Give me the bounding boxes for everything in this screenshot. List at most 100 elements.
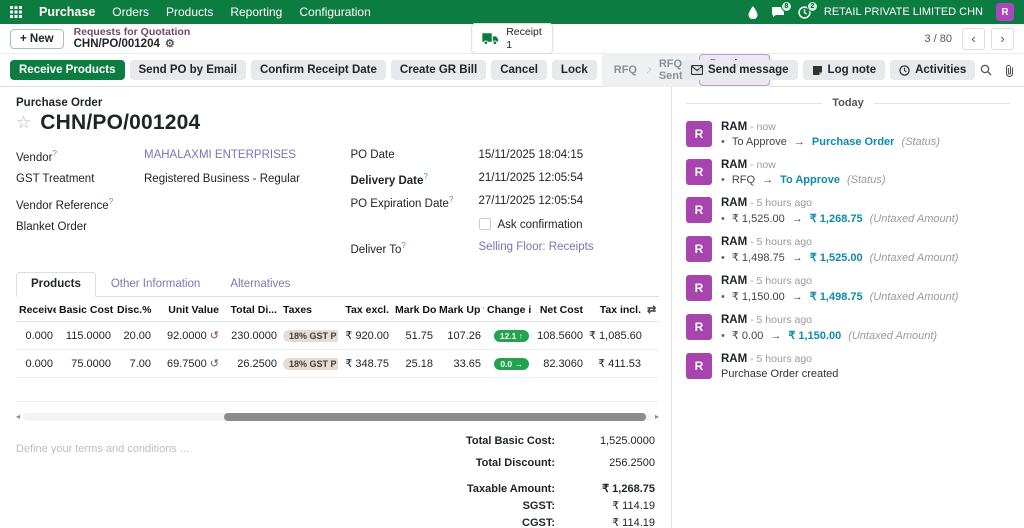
systray-drop-icon[interactable] [748,5,758,19]
secondary-action-button[interactable]: Confirm Receipt Date [250,60,386,80]
tracking-new-value[interactable]: ₹ 1,268.75 [810,212,863,225]
tracking-new-value[interactable]: ₹ 1,150.00 [788,329,841,342]
cell-unit-value[interactable]: 69.7500 ↺ [154,357,222,370]
checkbox-field[interactable]: Ask confirmation [478,216,583,231]
cell-tax-excl[interactable]: ₹ 348.75 [338,357,392,370]
cell-disc[interactable]: 20.00 [114,330,154,342]
tracking-new-value[interactable]: Purchase Order [812,136,895,148]
message-author[interactable]: RAM [721,121,747,133]
cell-net-cost[interactable]: 82.3060 [532,358,586,370]
optional-columns-icon[interactable]: ⇄ [644,303,658,316]
terms-placeholder[interactable]: Define your terms and conditions ... [16,435,387,528]
scrollbar-thumb[interactable] [224,412,646,421]
cell-mark-up[interactable]: 107.26 [436,330,484,342]
chatter-message[interactable]: R RAMnow • RFQ → To Approve (Status) [686,159,1010,186]
chatter-message[interactable]: R RAM5 hours ago • ₹ 1,498.75 → ₹ 1,525.… [686,236,1010,264]
tracking-new-value[interactable]: ₹ 1,525.00 [810,251,863,264]
cell-basic-cost[interactable]: 115.0000 [56,330,114,342]
message-author[interactable]: RAM [721,197,747,209]
message-author[interactable]: RAM [721,314,747,326]
empty-table-row[interactable] [16,378,659,402]
cell-received[interactable]: 0.000 [16,358,56,370]
search-icon[interactable] [980,64,992,76]
status-step-rfq[interactable]: RFQ [604,61,647,79]
cell-taxes[interactable]: 18% GST P [280,357,338,370]
col-tax-excl[interactable]: Tax excl. [338,304,392,316]
apps-grid-icon[interactable] [10,6,22,18]
message-author[interactable]: RAM [721,275,747,287]
reset-value-icon[interactable]: ↺ [210,330,219,342]
col-mark-down[interactable]: Mark Do... [392,304,436,316]
chatter-message[interactable]: R RAMnow • To Approve → Purchase Order (… [686,121,1010,148]
horizontal-scrollbar[interactable]: ◂ ▸ [16,412,659,421]
col-mark-up[interactable]: Mark Up % [436,304,484,316]
nav-menu-item[interactable]: Configuration [299,5,370,19]
scroll-left-icon[interactable]: ◂ [16,412,20,421]
messages-icon[interactable]: 8 [771,1,792,18]
cell-change[interactable]: 12.1 ↑ [484,329,532,342]
chatter-message[interactable]: R RAM5 hours ago • → Purchase Order cr [686,353,1010,380]
receive-products-button[interactable]: Receive Products [10,60,125,80]
chatter-message[interactable]: R RAM5 hours ago • ₹ 1,150.00 → ₹ 1,498.… [686,275,1010,303]
col-tax-incl[interactable]: Tax incl. [586,304,644,316]
pager-next-button[interactable]: › [991,27,1014,50]
user-avatar[interactable]: R [996,3,1014,21]
col-basic-cost[interactable]: Basic Cost [56,304,114,316]
cell-mark-down[interactable]: 51.75 [392,330,436,342]
secondary-action-button[interactable]: Send PO by Email [129,60,246,80]
col-received[interactable]: Received [16,304,56,316]
tracking-new-value[interactable]: ₹ 1,498.75 [810,290,863,303]
cell-basic-cost[interactable]: 75.0000 [56,358,114,370]
secondary-action-button[interactable]: Create GR Bill [390,60,487,80]
field-value[interactable]: 21/11/2025 12:05:54 [479,170,584,184]
scroll-right-icon[interactable]: ▸ [655,412,659,421]
chatter-message[interactable]: R RAM5 hours ago • ₹ 0.00 → ₹ 1,150.00 (… [686,314,1010,342]
field-value[interactable]: Selling Floor: Receipts [479,239,594,253]
log-note-button[interactable]: Log note [802,60,886,80]
field-value[interactable]: Registered Business - Regular [144,171,300,185]
settings-gear-icon[interactable]: ⚙ [165,38,175,51]
cell-change[interactable]: 0.0 → [484,357,532,370]
cell-disc[interactable]: 7.00 [114,358,154,370]
field-value[interactable]: 27/11/2025 12:05:54 [479,193,584,207]
secondary-action-button[interactable]: Cancel [491,60,547,80]
cell-tax-incl[interactable]: ₹ 1,085.60 [586,329,644,342]
activities-button[interactable]: Activities [890,60,976,80]
cell-net-cost[interactable]: 108.5600 [532,330,586,342]
col-net-cost[interactable]: Net Cost [532,304,586,316]
secondary-action-button[interactable]: Lock [551,60,597,80]
breadcrumb-parent[interactable]: Requests for Quotation [74,26,191,38]
activities-clock-icon[interactable]: 2 [798,0,818,19]
nav-menu-item[interactable]: Reporting [230,5,282,19]
col-taxes[interactable]: Taxes [280,304,338,316]
receipt-smart-button[interactable]: Receipt 1 [471,23,553,54]
cell-total-discount[interactable]: 230.0000 [222,330,280,342]
cell-mark-down[interactable]: 25.18 [392,358,436,370]
cell-tax-excl[interactable]: ₹ 920.00 [338,329,392,342]
message-author[interactable]: RAM [721,236,747,248]
col-change[interactable]: Change i... [484,304,532,316]
tab-other-information[interactable]: Other Information [96,272,215,296]
table-row[interactable]: 0.000 115.0000 20.00 92.0000 ↺ 230.0000 1… [16,322,659,350]
table-row[interactable]: 0.000 75.0000 7.00 69.7500 ↺ 26.2500 18% … [16,350,659,378]
tab-products[interactable]: Products [16,272,96,297]
checkbox-icon[interactable] [478,218,491,230]
col-total-discount[interactable]: Total Di... [222,304,280,316]
company-name[interactable]: RETAIL PRIVATE LIMITED CHN [824,6,983,18]
cell-total-discount[interactable]: 26.2500 [222,358,280,370]
reset-value-icon[interactable]: ↺ [210,358,219,370]
tax-badge[interactable]: 18% GST P [283,357,338,370]
col-disc[interactable]: Disc.% [114,304,154,316]
tracking-new-value[interactable]: To Approve [780,174,840,186]
cell-tax-incl[interactable]: ₹ 411.53 [586,357,644,370]
nav-menu-item[interactable]: Products [166,5,213,19]
new-button[interactable]: + New [10,28,64,49]
cell-received[interactable]: 0.000 [16,330,56,342]
message-author[interactable]: RAM [721,353,747,365]
tax-badge[interactable]: 18% GST P [283,329,338,342]
nav-menu-item[interactable]: Orders [112,5,149,19]
col-unit-value[interactable]: Unit Value [154,304,222,316]
attachment-paperclip-icon[interactable] [1004,64,1015,77]
cell-taxes[interactable]: 18% GST P [280,329,338,342]
message-author[interactable]: RAM [721,159,747,171]
